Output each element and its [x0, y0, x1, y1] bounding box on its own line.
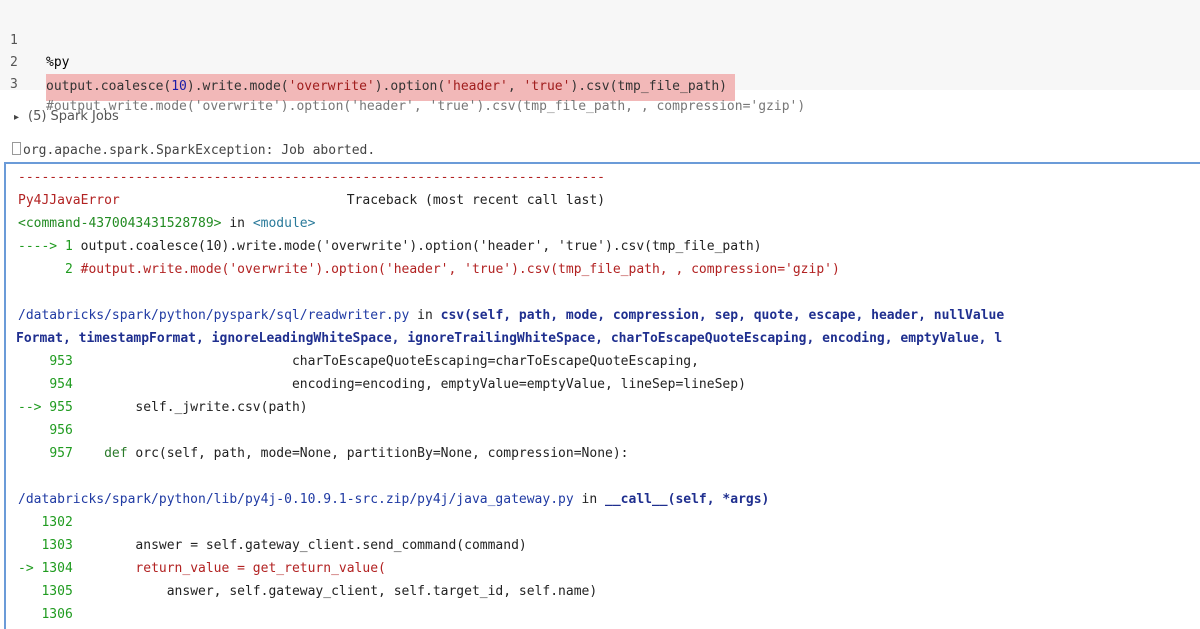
- code-line-3[interactable]: 3 #output.write.mode('overwrite').option…: [0, 52, 805, 114]
- code-comment: #output.write.mode('overwrite').option('…: [46, 99, 806, 114]
- traceback-code: #output.write.mode('overwrite').option('…: [80, 262, 840, 277]
- keyword: def: [72, 446, 128, 461]
- caret-right-icon: ▸: [14, 112, 20, 123]
- line-number: 2: [18, 262, 81, 277]
- file-path: /databricks/spark/python/lib/py4j-0.10.9…: [18, 492, 574, 507]
- frame-module-ref: <command-4370043431528789> in <module>: [18, 212, 315, 235]
- line-number: [18, 584, 41, 599]
- traceback-separator: ----------------------------------------…: [18, 170, 605, 185]
- code-token: ).csv(tmp_file_path): [570, 79, 727, 94]
- traceback-header: Py4JJavaError Traceback (most recent cal…: [18, 189, 605, 212]
- file-path: /databricks/spark/python/pyspark/sql/rea…: [18, 308, 410, 323]
- in-text: in: [409, 308, 441, 323]
- traceback-line: 1303 answer = self.gateway_client.send_c…: [18, 534, 527, 557]
- traceback-code: output.coalesce(10).write.mode('overwrit…: [80, 239, 762, 254]
- traceback-code: charToEscapeQuoteEscaping=charToEscapeQu…: [72, 354, 699, 369]
- traceback-code: orc(self, path, mode=None, partitionBy=N…: [127, 446, 629, 461]
- code-string: 'header': [445, 79, 508, 94]
- code-number: 10: [171, 79, 187, 94]
- traceback-line: 956: [18, 419, 73, 442]
- code-token: ).write.mode(: [186, 79, 289, 94]
- traceback-code: self._jwrite.csv(path): [72, 400, 308, 415]
- line-number: 1302: [41, 515, 73, 530]
- traceback-code: answer = self.gateway_client.send_comman…: [72, 538, 527, 553]
- line-number: 3: [10, 77, 18, 92]
- module-ref: <module>: [252, 216, 316, 231]
- code-string: 'overwrite': [288, 79, 375, 94]
- command-ref: <command-4370043431528789>: [18, 216, 222, 231]
- code-token: ).option(: [374, 79, 446, 94]
- frame-path: /databricks/spark/python/lib/py4j-0.10.9…: [18, 488, 769, 511]
- line-number: [18, 446, 49, 461]
- current-line-arrow: ----> 1: [18, 239, 81, 254]
- current-line-arrow: --> 955: [18, 400, 73, 415]
- code-line-1[interactable]: 1 %py: [0, 8, 69, 70]
- collapse-box-icon[interactable]: [12, 142, 21, 155]
- line-number: [18, 354, 49, 369]
- function-signature-cont: Format, timestampFormat, ignoreLeadingWh…: [16, 331, 1003, 346]
- exception-summary: org.apache.spark.SparkException: Job abo…: [12, 140, 375, 162]
- traceback-line: 954 encoding=encoding, emptyValue=emptyV…: [18, 373, 746, 396]
- line-number: 957: [49, 446, 73, 461]
- traceback-code: answer, self.gateway_client, self.target…: [72, 584, 598, 599]
- traceback-line: 957 def orc(self, path, mode=None, parti…: [18, 442, 629, 465]
- traceback-line: ----> 1 output.coalesce(10).write.mode('…: [18, 235, 762, 258]
- code-token: output.coalesce(: [46, 79, 172, 94]
- function-signature: csv(self, path, mode, compression, sep, …: [440, 308, 1005, 323]
- traceback-line: 953 charToEscapeQuoteEscaping=charToEsca…: [18, 350, 699, 373]
- traceback-code: encoding=encoding, emptyValue=emptyValue…: [72, 377, 746, 392]
- traceback-output[interactable]: ----------------------------------------…: [4, 162, 1200, 629]
- line-number: [18, 538, 41, 553]
- line-number: 1303: [41, 538, 73, 553]
- traceback-code: return_value = get_return_value(: [72, 561, 386, 576]
- spark-jobs-label: (5) Spark Jobs: [28, 109, 119, 124]
- code-string: 'true': [523, 79, 571, 94]
- error-name: Py4JJavaError: [18, 193, 120, 208]
- line-number: 1306: [41, 607, 73, 622]
- line-number: 1305: [41, 584, 73, 599]
- line-number: [18, 515, 41, 530]
- in-text: in: [221, 216, 253, 231]
- traceback-line: 1306: [18, 603, 73, 626]
- function-signature: __call__(self, *args): [605, 492, 770, 507]
- line-number: [18, 607, 41, 622]
- traceback-line: 2 #output.write.mode('overwrite').option…: [18, 258, 840, 281]
- line-number: [18, 423, 49, 438]
- code-line-2[interactable]: 2 output.coalesce(10).write.mode('overwr…: [0, 30, 735, 101]
- line-number: 953: [49, 354, 73, 369]
- spark-jobs-toggle[interactable]: ▸ (5) Spark Jobs: [14, 106, 119, 128]
- traceback-line: -> 1304 return_value = get_return_value(: [18, 557, 386, 580]
- traceback-line: 1305 answer, self.gateway_client, self.t…: [18, 580, 597, 603]
- code-cell[interactable]: 1 %py 2 output.coalesce(10).write.mode('…: [0, 0, 1200, 114]
- line-number: 954: [49, 377, 73, 392]
- traceback-title: Traceback (most recent call last): [346, 193, 606, 208]
- line-number: 956: [49, 423, 73, 438]
- frame-path: /databricks/spark/python/pyspark/sql/rea…: [18, 304, 1004, 327]
- traceback-line: 1302: [18, 511, 73, 534]
- exception-text: org.apache.spark.SparkException: Job abo…: [23, 143, 376, 158]
- traceback-line: --> 955 self._jwrite.csv(path): [18, 396, 308, 419]
- code-token: ,: [507, 79, 524, 94]
- line-number: [18, 377, 49, 392]
- in-text: in: [573, 492, 606, 507]
- code-text: %py: [46, 55, 70, 70]
- current-line-arrow: -> 1304: [18, 561, 73, 576]
